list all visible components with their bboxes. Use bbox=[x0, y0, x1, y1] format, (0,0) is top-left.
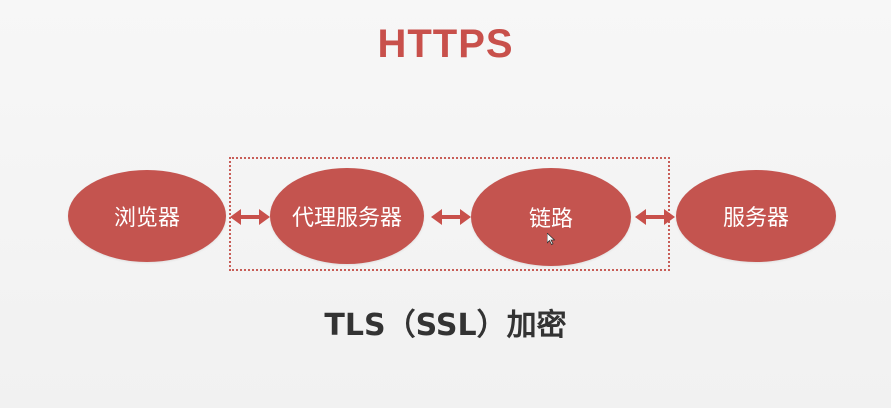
double-arrow-icon bbox=[431, 209, 471, 225]
node-link-label: 链路 bbox=[528, 207, 573, 232]
double-arrow-icon bbox=[635, 209, 675, 225]
node-server: 服务器 bbox=[676, 170, 836, 262]
node-browser-label: 浏览器 bbox=[113, 206, 180, 231]
node-link: 链路 bbox=[471, 168, 631, 266]
mouse-pointer-icon bbox=[547, 233, 555, 245]
slide-subtitle: TLS（SSL）加密 bbox=[324, 308, 567, 343]
slide: HTTPS 浏览器 代理服务器 链路 服务器 TLS（SSL）加密 bbox=[0, 0, 891, 408]
slide-title: HTTPS bbox=[377, 22, 514, 66]
node-proxy-label: 代理服务器 bbox=[291, 206, 402, 231]
node-proxy-server: 代理服务器 bbox=[270, 168, 424, 264]
node-server-label: 服务器 bbox=[722, 206, 789, 231]
node-browser: 浏览器 bbox=[68, 170, 226, 262]
double-arrow-icon bbox=[230, 209, 270, 225]
